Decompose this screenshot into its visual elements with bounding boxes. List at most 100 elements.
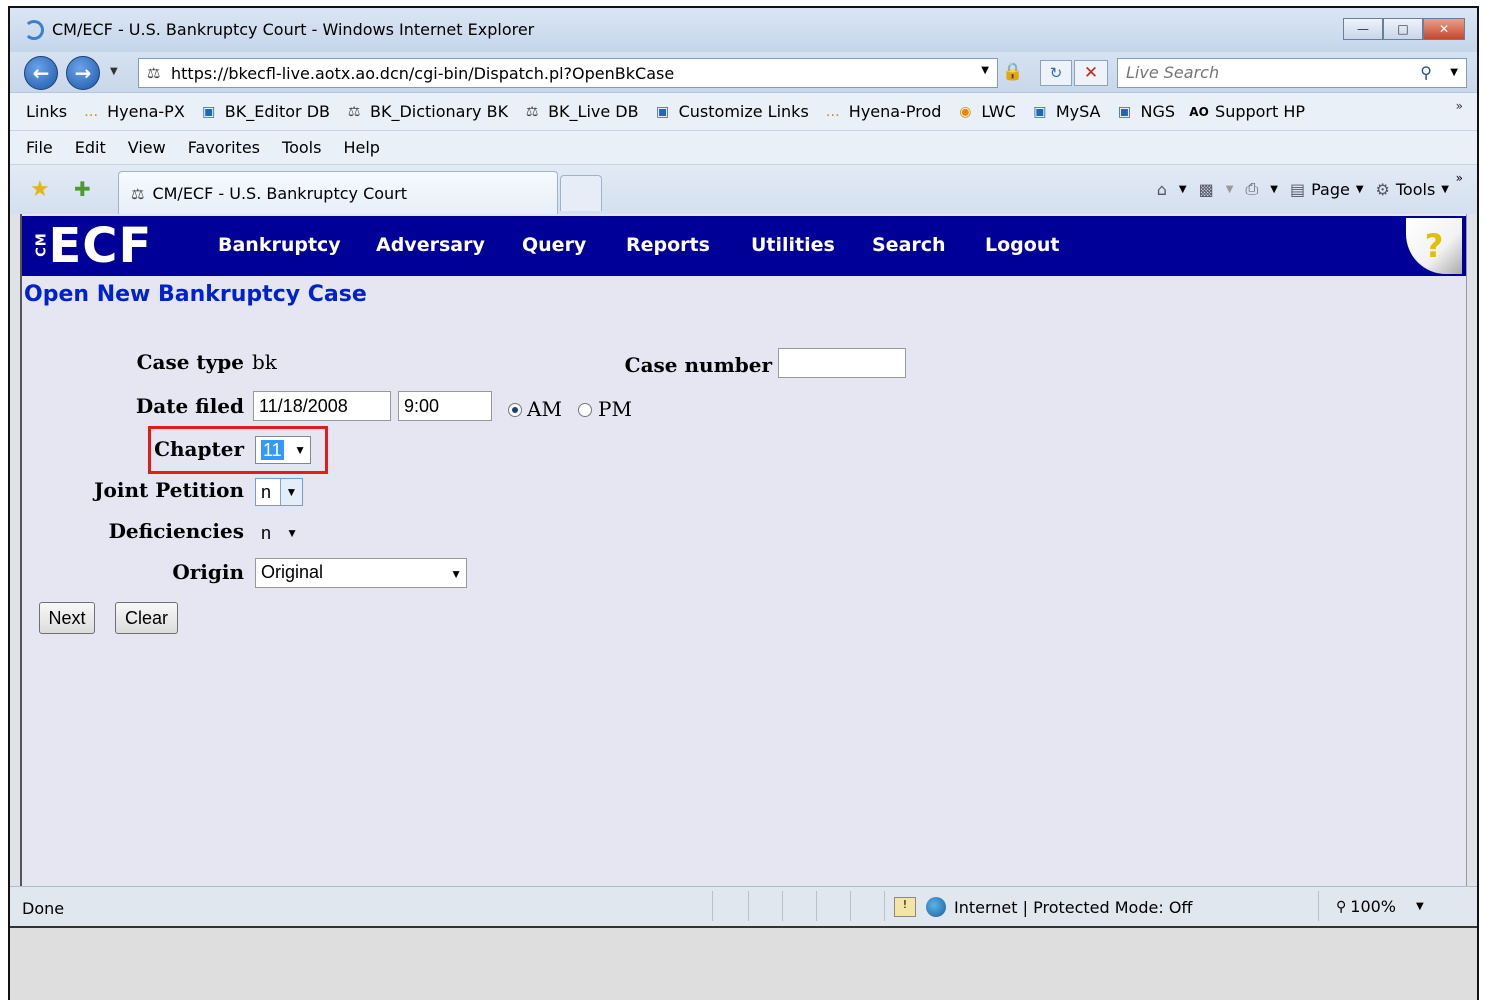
command-bar: ⌂ ▼ ▩ ▼ ⎙ ▼ ▤ Page ▼ ⚙ Tools ▼: [1145, 179, 1449, 199]
tab-cm-ecf[interactable]: ⚖ CM/ECF - U.S. Bankruptcy Court: [118, 171, 558, 215]
link-hyena-px[interactable]: … Hyena-PX: [81, 102, 185, 121]
next-button[interactable]: Next: [39, 602, 95, 634]
commandbar-overflow-icon[interactable]: »: [1456, 171, 1463, 185]
link-bk-live-db[interactable]: ⚖ BK_Live DB: [522, 102, 639, 121]
zoom-level: 100%: [1350, 897, 1397, 916]
link-bk-editor-db[interactable]: ▣ BK_Editor DB: [199, 102, 330, 121]
add-favorite-icon[interactable]: ✚: [74, 177, 91, 201]
page-content: CMECF Bankruptcy Adversary Query Reports…: [20, 214, 1467, 886]
tools-menu-button[interactable]: ⚙ Tools ▼: [1376, 180, 1449, 199]
nav-reports[interactable]: Reports: [626, 234, 710, 256]
chevron-down-icon: ▼: [286, 526, 298, 540]
am-radio[interactable]: [508, 403, 522, 417]
forward-button[interactable]: →: [66, 56, 100, 90]
date-filed-input[interactable]: 11/18/2008: [253, 391, 391, 421]
case-number-input[interactable]: [778, 348, 906, 378]
page-title: Open New Bankruptcy Case: [24, 282, 367, 307]
link-support-hp[interactable]: AO Support HP: [1189, 102, 1305, 121]
nav-logout[interactable]: Logout: [985, 234, 1059, 256]
feeds-button[interactable]: ▩ ▼: [1199, 180, 1234, 199]
link-mysa[interactable]: ▣ MySA: [1030, 102, 1100, 121]
rss-icon: ▩: [1198, 179, 1214, 199]
chevron-down-icon: ▼: [280, 479, 302, 505]
home-button[interactable]: ⌂ ▼: [1157, 180, 1187, 199]
status-text: Done: [22, 899, 65, 918]
close-button[interactable]: ✕: [1423, 18, 1465, 40]
browser-window: CM/ECF - U.S. Bankruptcy Court - Windows…: [8, 6, 1479, 1000]
print-button[interactable]: ⎙ ▼: [1245, 179, 1278, 199]
stop-button[interactable]: ✕: [1074, 60, 1108, 86]
scales-icon: ⚖: [131, 184, 145, 203]
print-icon: ⎙: [1245, 179, 1259, 198]
case-type-label: Case type: [136, 350, 244, 374]
status-divider: [816, 891, 817, 921]
address-dropdown-icon[interactable]: ▼: [981, 65, 989, 76]
menu-view[interactable]: View: [128, 138, 166, 157]
nav-bankruptcy[interactable]: Bankruptcy: [218, 234, 341, 256]
link-lwc[interactable]: ◉ LWC: [955, 102, 1016, 121]
chapter-select[interactable]: 11 ▼: [255, 436, 311, 464]
nav-search[interactable]: Search: [872, 234, 946, 256]
recent-pages-dropdown[interactable]: ▼: [110, 66, 118, 77]
link-hyena-prod[interactable]: … Hyena-Prod: [823, 102, 942, 121]
search-icon[interactable]: ⚲: [1420, 63, 1432, 82]
status-divider: [884, 891, 885, 921]
links-bar: Links … Hyena-PX ▣ BK_Editor DB ⚖ BK_Dictio…: [10, 92, 1477, 130]
menu-file[interactable]: File: [26, 138, 53, 157]
hyena-icon: …: [84, 103, 99, 120]
origin-select[interactable]: Original ▼: [255, 558, 467, 588]
menu-edit[interactable]: Edit: [75, 138, 106, 157]
links-overflow-icon[interactable]: »: [1456, 99, 1463, 113]
pm-label: PM: [598, 397, 632, 421]
tab-title: CM/ECF - U.S. Bankruptcy Court: [152, 184, 408, 203]
search-dropdown-icon[interactable]: ▼: [1450, 67, 1458, 78]
nav-utilities[interactable]: Utilities: [751, 234, 835, 256]
back-button[interactable]: ←: [24, 56, 58, 90]
ie-logo-icon: [24, 20, 44, 40]
menu-help[interactable]: Help: [343, 138, 379, 157]
time-filed-input[interactable]: 9:00: [398, 391, 492, 421]
search-box[interactable]: ⚲ ▼: [1117, 58, 1467, 88]
link-customize-links[interactable]: ▣ Customize Links: [653, 102, 809, 121]
new-tab-button[interactable]: [560, 175, 602, 211]
refresh-button[interactable]: ↻: [1040, 60, 1072, 86]
zoom-icon: ⚲: [1336, 898, 1347, 915]
lock-icon[interactable]: 🔒: [1002, 62, 1023, 82]
clear-button[interactable]: Clear: [115, 602, 178, 634]
date-filed-label: Date filed: [135, 394, 244, 418]
menu-favorites[interactable]: Favorites: [188, 138, 260, 157]
chevron-down-icon: ▼: [294, 443, 306, 457]
menu-tools[interactable]: Tools: [282, 138, 321, 157]
nav-adversary[interactable]: Adversary: [376, 234, 485, 256]
zoom-control[interactable]: ⚲ 100% ▼: [1336, 897, 1424, 916]
address-bar[interactable]: ⚖ https://bkecfl-live.aotx.ao.dcn/cgi-bi…: [138, 58, 998, 88]
deficiencies-select[interactable]: n ▼: [255, 519, 303, 547]
link-bk-dictionary[interactable]: ⚖ BK_Dictionary BK: [344, 102, 508, 121]
lwc-icon: ◉: [959, 103, 972, 120]
am-label: AM: [527, 397, 562, 421]
maximize-button[interactable]: □: [1383, 18, 1423, 40]
joint-petition-select[interactable]: n ▼: [255, 478, 303, 506]
nav-query[interactable]: Query: [522, 234, 586, 256]
page-menu-button[interactable]: ▤ Page ▼: [1290, 180, 1364, 199]
desktop-area: [10, 926, 1477, 1000]
zone-text: Internet | Protected Mode: Off: [954, 897, 1193, 917]
address-row: ← → ▼ ⚖ https://bkecfl-live.aotx.ao.dcn/…: [10, 52, 1477, 92]
pm-radio[interactable]: [578, 403, 592, 417]
favorites-star-icon[interactable]: ★: [30, 177, 50, 202]
minimize-button[interactable]: —: [1343, 18, 1383, 40]
scales-icon: ⚖: [347, 103, 361, 120]
status-bar: Done ! Internet | Protected Mode: Off ⚲ …: [10, 886, 1477, 926]
url-text[interactable]: https://bkecfl-live.aotx.ao.dcn/cgi-bin/…: [171, 64, 674, 83]
ie-page-icon: ▣: [1033, 103, 1047, 120]
tab-bar: ★ ✚ ⚖ CM/ECF - U.S. Bankruptcy Court ⌂ ▼ …: [10, 164, 1477, 215]
help-icon[interactable]: ?: [1406, 218, 1462, 274]
search-input[interactable]: [1126, 59, 1406, 85]
ecf-logo[interactable]: CMECF: [28, 218, 152, 274]
case-type-value: bk: [252, 350, 277, 374]
zoom-dropdown-icon[interactable]: ▼: [1416, 901, 1424, 912]
security-zone[interactable]: ! Internet | Protected Mode: Off: [894, 897, 1192, 917]
link-ngs[interactable]: ▣ NGS: [1115, 102, 1175, 121]
status-divider: [850, 891, 851, 921]
hyena-icon: …: [825, 103, 840, 120]
